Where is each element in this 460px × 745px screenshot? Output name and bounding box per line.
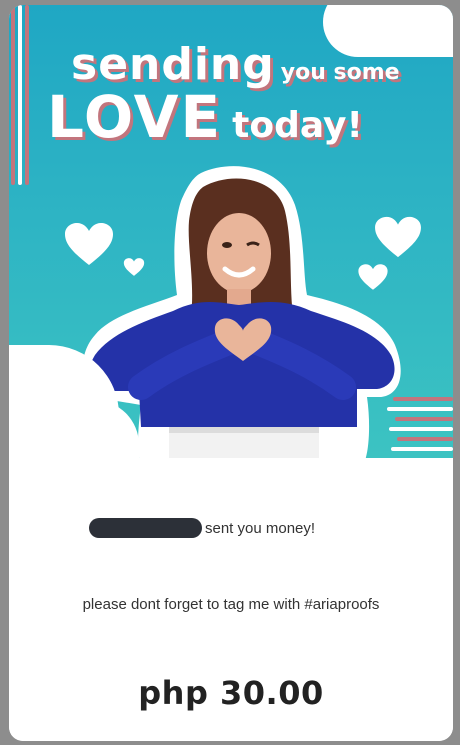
money-card: sending you some LOVE today! sent you mo…: [9, 5, 453, 741]
sent-money-text: sent you money!: [205, 519, 316, 537]
message-panel: sent you money! please dont forget to ta…: [9, 458, 453, 741]
stripe-decoration-right: [383, 397, 453, 457]
screenshot-frame: sending you some LOVE today! sent you mo…: [0, 0, 460, 745]
headline-word-love: LOVE: [47, 83, 223, 151]
sender-row: sent you money!: [89, 516, 389, 540]
stripe-decoration-left: [11, 5, 37, 185]
greeting-banner: sending you some LOVE today!: [9, 5, 453, 458]
headline-words-you-some: you some: [280, 60, 400, 85]
headline-line-2: LOVE today!: [47, 83, 363, 151]
person-photo: [82, 166, 401, 458]
redacted-sender-name: [89, 518, 202, 538]
tag-reminder-text: please dont forget to tag me with #ariap…: [82, 596, 380, 613]
headline-word-today: today!: [232, 105, 363, 146]
amount-text: php 30.00: [138, 674, 324, 712]
